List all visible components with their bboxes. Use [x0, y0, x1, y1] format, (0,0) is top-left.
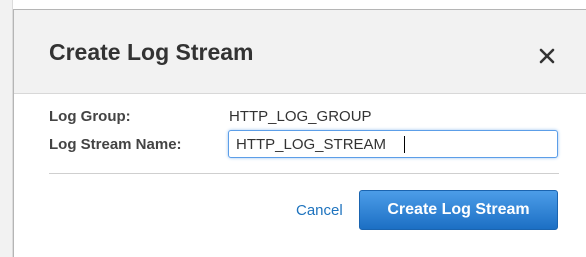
dialog-title: Create Log Stream [49, 39, 254, 65]
log-stream-name-input[interactable] [228, 130, 558, 158]
create-log-stream-button[interactable]: Create Log Stream [359, 190, 558, 230]
background-left [0, 0, 13, 257]
log-stream-name-label: Log Stream Name: [49, 136, 182, 153]
log-group-value: HTTP_LOG_GROUP [229, 108, 372, 125]
background-top [0, 0, 586, 8]
divider [49, 173, 559, 174]
log-group-label: Log Group: [49, 108, 131, 125]
create-log-stream-dialog: Create Log Stream Log Group: HTTP_LOG_GR… [13, 9, 586, 257]
dialog-body: Log Group: HTTP_LOG_GROUP Log Stream Nam… [14, 94, 586, 257]
dialog-header: Create Log Stream [14, 10, 586, 94]
close-icon [539, 48, 555, 64]
cancel-link[interactable]: Cancel [296, 202, 343, 219]
close-button[interactable] [534, 43, 560, 69]
text-caret [404, 136, 405, 153]
page: Create Log Stream Log Group: HTTP_LOG_GR… [0, 0, 586, 257]
